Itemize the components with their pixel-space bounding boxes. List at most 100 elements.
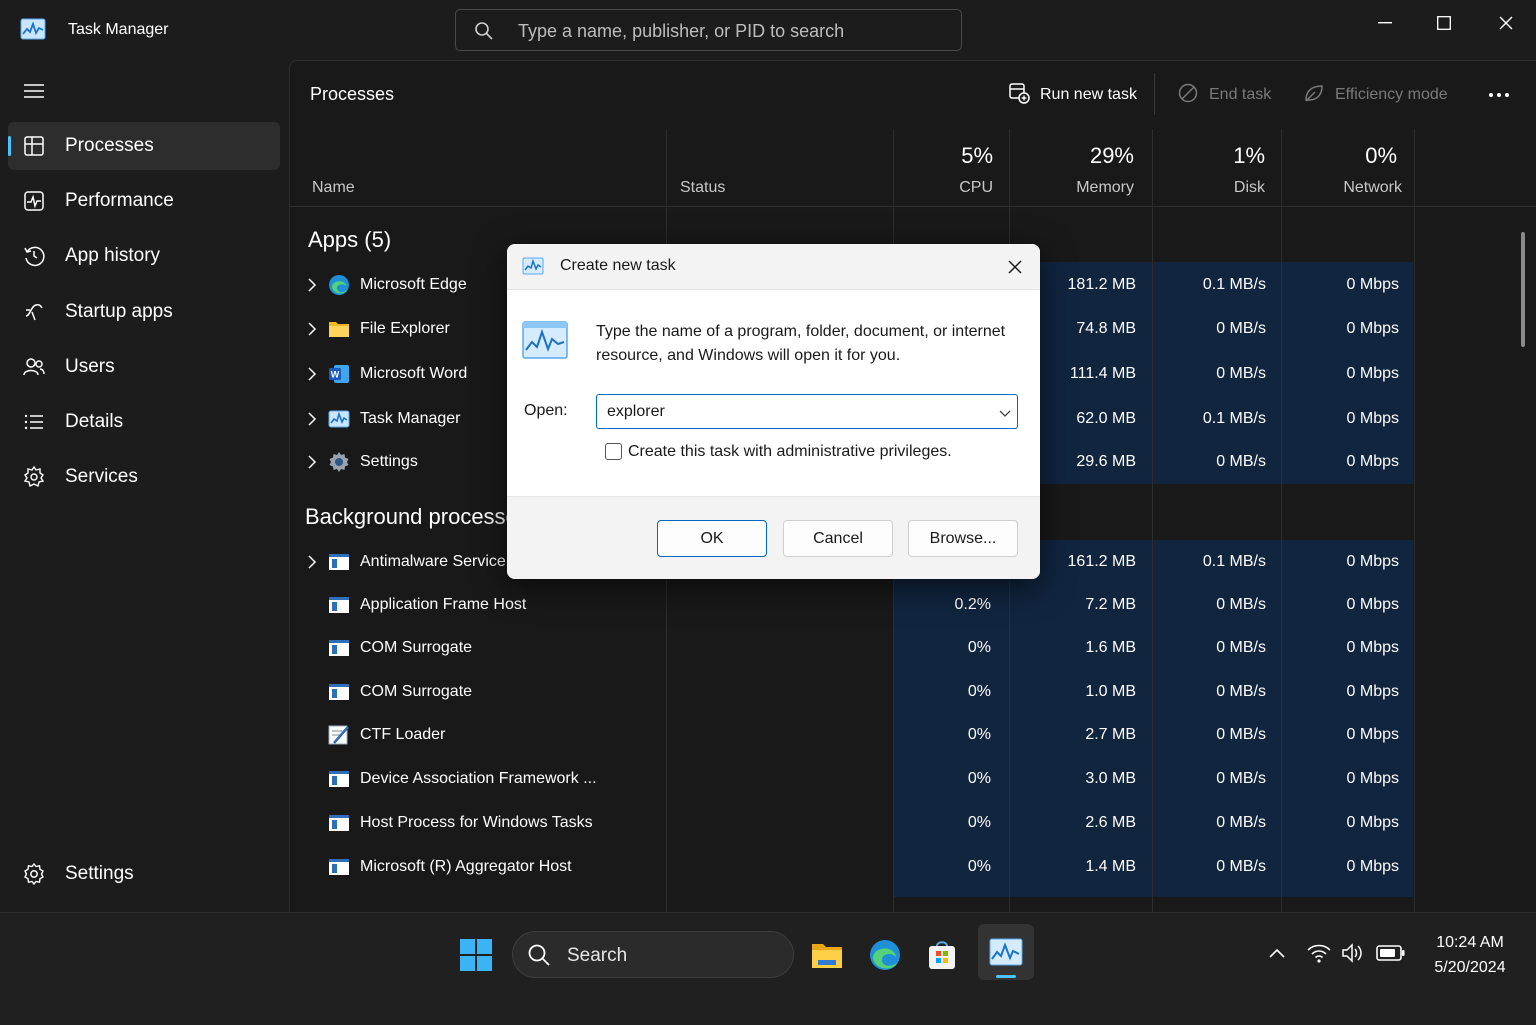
admin-privileges-label[interactable]: Create this task with administrative pri…: [628, 443, 952, 461]
sidebar-item-label: Processes: [65, 135, 154, 156]
efficiency-mode-button[interactable]: Efficiency mode: [1303, 80, 1448, 110]
volume-icon[interactable]: [1341, 942, 1367, 969]
process-name: Application Frame Host: [360, 596, 527, 613]
table-row[interactable]: COM Surrogate 0% 1.0 MB 0 MB/s 0 Mbps: [289, 672, 1413, 712]
table-row[interactable]: Host Process for Windows Tasks 0% 2.6 MB…: [289, 803, 1413, 843]
close-icon: [1499, 16, 1513, 30]
disk-total-percent: 1%: [1233, 143, 1265, 168]
disk-value: 0 MB/s: [1216, 320, 1266, 337]
battery-icon[interactable]: [1376, 944, 1406, 967]
column-header-name[interactable]: Name: [312, 179, 355, 197]
browse-button[interactable]: Browse...: [908, 520, 1018, 557]
active-indicator: [8, 136, 11, 156]
column-header-network[interactable]: Network: [1290, 179, 1402, 197]
table-row[interactable]: CTF Loader 0% 2.7 MB 0 MB/s 0 Mbps: [289, 715, 1413, 755]
sidebar-item-app-history[interactable]: App history: [8, 232, 280, 280]
maximize-icon: [1437, 16, 1451, 30]
column-header-disk[interactable]: Disk: [1160, 179, 1265, 197]
disk-value: 0 MB/s: [1216, 683, 1266, 700]
maximize-button[interactable]: [1424, 10, 1464, 36]
sidebar-item-performance[interactable]: Performance: [8, 177, 280, 225]
search-box[interactable]: [455, 9, 962, 51]
wifi-icon[interactable]: [1306, 942, 1332, 969]
admin-privileges-checkbox[interactable]: [605, 443, 622, 460]
minimize-button[interactable]: [1365, 10, 1405, 36]
column-header-cpu[interactable]: CPU: [900, 179, 993, 197]
windows-logo-icon: [460, 939, 492, 971]
chevron-right-icon[interactable]: [307, 278, 317, 292]
chevron-right-icon[interactable]: [307, 455, 317, 469]
column-header-memory[interactable]: Memory: [1020, 179, 1134, 197]
search-icon: [527, 943, 551, 967]
memory-value: 1.6 MB: [1085, 639, 1136, 656]
table-row[interactable]: Microsoft (R) Aggregator Host 0% 1.4 MB …: [289, 847, 1413, 887]
active-app-indicator: [996, 975, 1016, 978]
sidebar-item-startup-apps[interactable]: Startup apps: [8, 288, 280, 336]
process-name: CTF Loader: [360, 726, 446, 743]
chevron-right-icon[interactable]: [307, 367, 317, 381]
run-new-task-label: Run new task: [1040, 86, 1137, 103]
network-value: 0 Mbps: [1346, 453, 1399, 470]
chevron-right-icon[interactable]: [307, 322, 317, 336]
word-icon: W: [328, 363, 350, 385]
window-title: Task Manager: [68, 21, 169, 38]
taskbar-store[interactable]: [917, 930, 967, 980]
system-process-icon: [328, 551, 350, 573]
process-name: COM Surrogate: [360, 683, 473, 700]
dialog-close-button[interactable]: [1001, 254, 1029, 280]
memory-value: 62.0 MB: [1076, 410, 1136, 427]
sidebar-item-label: Details: [65, 411, 124, 432]
clock-time[interactable]: 10:24 AM: [1420, 934, 1520, 952]
table-row[interactable]: Application Frame Host 0.2% 7.2 MB 0 MB/…: [289, 585, 1413, 625]
system-process-icon: [328, 812, 350, 834]
efficiency-mode-label: Efficiency mode: [1335, 86, 1448, 103]
sidebar-item-details[interactable]: Details: [8, 398, 280, 446]
taskbar-search[interactable]: Search: [512, 931, 794, 978]
chevron-right-icon[interactable]: [307, 412, 317, 426]
table-row[interactable]: COM Surrogate 0% 1.6 MB 0 MB/s 0 Mbps: [289, 628, 1413, 668]
more-options-button[interactable]: [1488, 80, 1510, 110]
open-combobox[interactable]: explorer: [596, 394, 1018, 429]
vertical-scrollbar[interactable]: [1521, 232, 1525, 347]
clock-date[interactable]: 5/20/2024: [1420, 959, 1520, 977]
taskbar-edge[interactable]: [860, 930, 910, 980]
run-new-task-button[interactable]: Run new task: [1008, 80, 1137, 110]
chevron-right-icon[interactable]: [307, 555, 317, 569]
network-value: 0 Mbps: [1346, 365, 1399, 382]
hamburger-menu-icon[interactable]: [22, 80, 46, 102]
column-header-status[interactable]: Status: [680, 179, 725, 197]
memory-value: 74.8 MB: [1076, 320, 1136, 337]
ok-button[interactable]: OK: [657, 520, 767, 557]
network-value: 0 Mbps: [1346, 553, 1399, 570]
disk-value: 0 MB/s: [1216, 453, 1266, 470]
close-window-button[interactable]: [1486, 10, 1526, 36]
disk-value: 0 MB/s: [1216, 858, 1266, 875]
process-name: Device Association Framework ...: [360, 770, 597, 787]
sidebar-item-settings[interactable]: Settings: [8, 850, 280, 898]
network-value: 0 Mbps: [1346, 814, 1399, 831]
dialog-description: Type the name of a program, folder, docu…: [596, 323, 1006, 364]
users-icon: [22, 355, 46, 379]
cpu-value: 0%: [967, 726, 991, 743]
network-value: 0 Mbps: [1346, 276, 1399, 293]
network-value: 0 Mbps: [1346, 410, 1399, 427]
process-name: Microsoft Edge: [360, 276, 467, 293]
performance-icon: [22, 189, 46, 213]
taskbar-task-manager[interactable]: [978, 924, 1034, 980]
cpu-value: 0%: [967, 770, 991, 787]
open-input-value[interactable]: explorer: [607, 403, 665, 421]
disk-value: 0 MB/s: [1216, 365, 1266, 382]
sidebar-item-processes[interactable]: Processes: [8, 122, 280, 170]
taskbar-file-explorer[interactable]: [802, 930, 852, 980]
sidebar-item-services[interactable]: Services: [8, 453, 280, 501]
search-input[interactable]: [516, 18, 950, 44]
cancel-button[interactable]: Cancel: [783, 520, 893, 557]
sidebar-item-users[interactable]: Users: [8, 343, 280, 391]
chevron-down-icon[interactable]: [999, 406, 1011, 417]
end-task-button[interactable]: End task: [1177, 80, 1271, 110]
system-process-icon: [328, 856, 350, 878]
search-icon: [474, 21, 494, 41]
show-hidden-icons-button[interactable]: [1268, 946, 1286, 964]
table-row[interactable]: Device Association Framework ... 0% 3.0 …: [289, 759, 1413, 799]
start-button[interactable]: [451, 930, 501, 980]
